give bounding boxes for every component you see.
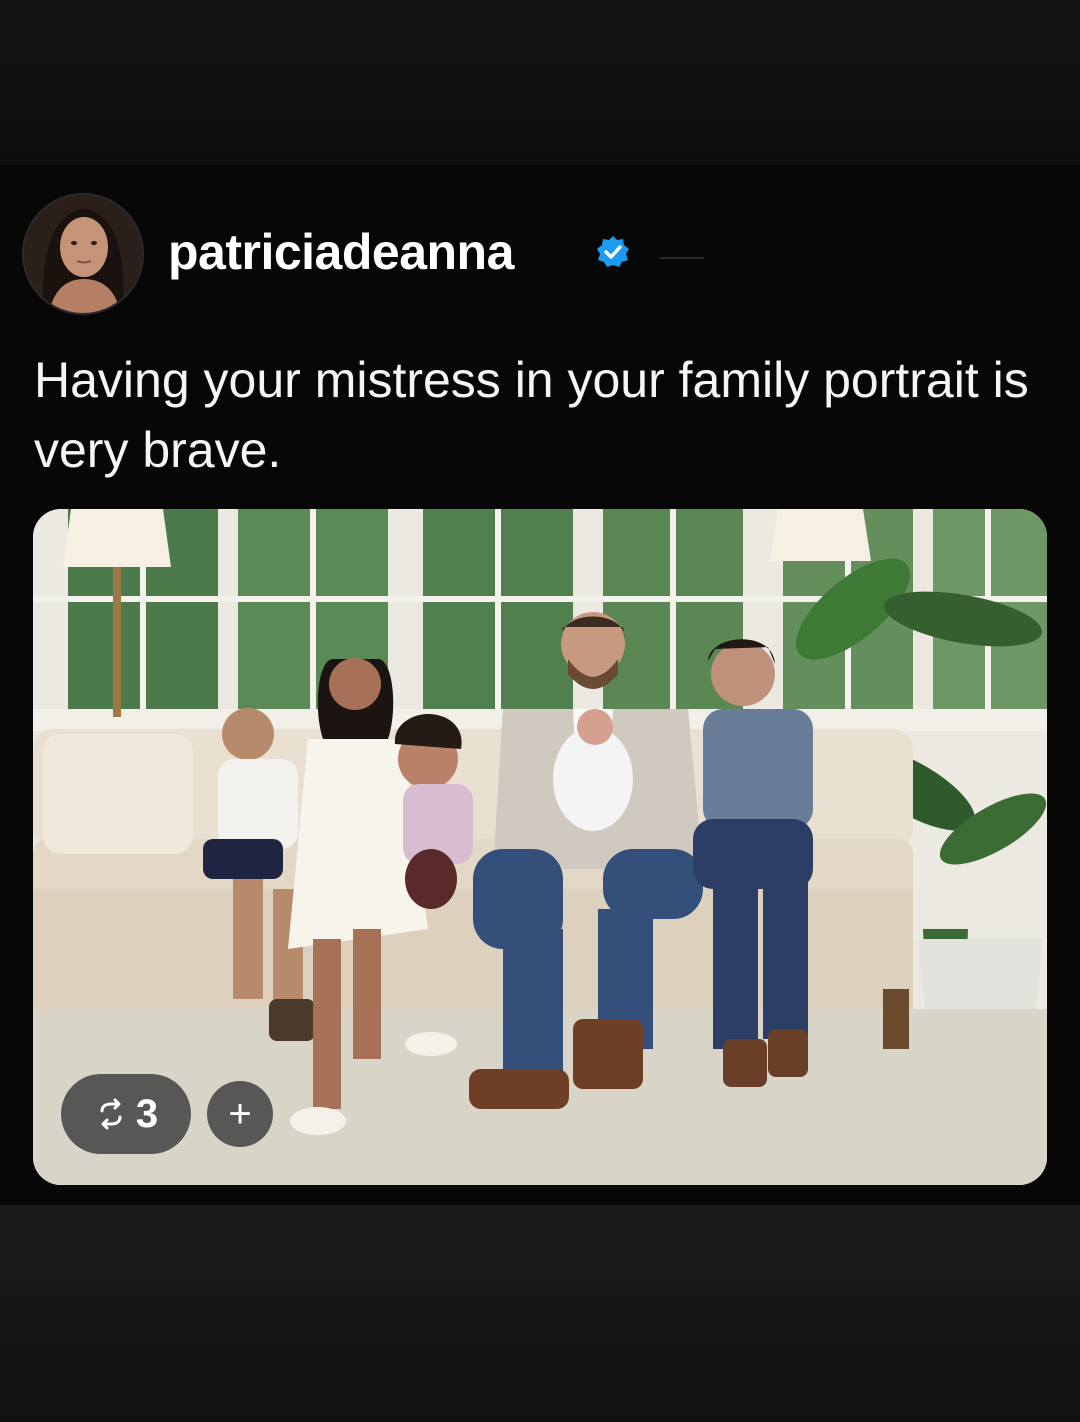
avatar-image (24, 195, 142, 313)
plus-icon: + (228, 1092, 252, 1136)
family-portrait-image (33, 509, 1047, 1185)
username[interactable]: patriciadeanna (168, 223, 514, 281)
repost-count: 3 (135, 1091, 159, 1136)
avatar[interactable] (22, 193, 144, 315)
post-text: Having your mistress in your family port… (34, 352, 1029, 478)
top-background (0, 0, 1080, 165)
post-photo[interactable]: 3 + (33, 509, 1047, 1185)
bottom-background (0, 1205, 1080, 1422)
repost-button[interactable]: 3 (61, 1074, 191, 1154)
repost-icon (100, 1098, 122, 1130)
add-button[interactable]: + (207, 1081, 273, 1147)
verified-badge-icon (597, 236, 629, 267)
post-card: patriciadeanna Having your mistress in y… (0, 165, 1080, 1205)
divider (660, 257, 704, 259)
